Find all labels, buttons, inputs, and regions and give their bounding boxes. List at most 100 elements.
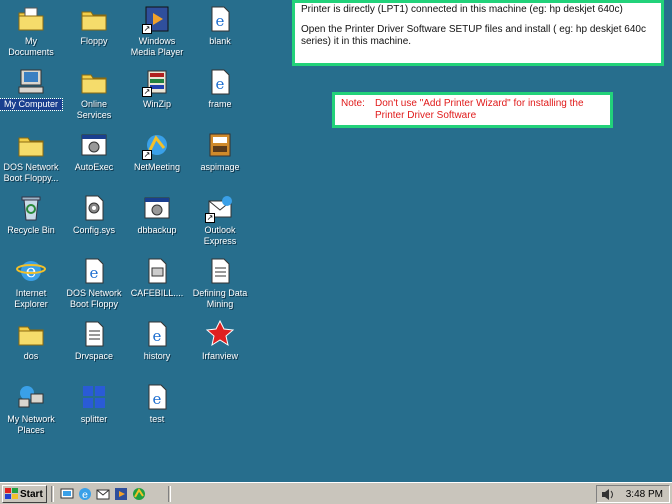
svg-text:e: e <box>216 12 225 30</box>
desktop-icon-defining-data-mining[interactable]: Defining Data Mining <box>189 254 251 316</box>
desktop-icon-drvspace[interactable]: Drvspace <box>63 317 125 379</box>
clock[interactable]: 3:48 PM <box>626 489 663 500</box>
svg-text:e: e <box>153 327 162 345</box>
windows-logo-icon <box>5 488 18 499</box>
desktop-icon-autoexec[interactable]: AutoExec <box>63 128 125 190</box>
icon-label: aspimage <box>200 162 240 172</box>
desktop-icon-test[interactable]: e test <box>126 380 188 442</box>
desktop-icon[interactable] <box>60 487 74 501</box>
warning-line-2: Printer Driver Software <box>375 110 477 121</box>
desktop-icon-floppy[interactable]: Floppy <box>63 2 125 64</box>
desktop-icon-online-services[interactable]: Online Services <box>63 65 125 127</box>
desktop-icon-my-documents[interactable]: My Documents <box>0 2 62 64</box>
desktop-icon-dbbackup[interactable]: dbbackup <box>126 191 188 253</box>
desktop-icon-dos-network-boot-floppy[interactable]: e DOS Network Boot Floppy <box>63 254 125 316</box>
folder-icon <box>16 319 46 349</box>
shortcut-arrow-icon: ↗ <box>142 150 152 160</box>
volume-icon[interactable] <box>601 488 615 501</box>
media-player-icon: ↗ <box>142 4 172 34</box>
desktop-icon-dos-network-boot-floppy-folder[interactable]: DOS Network Boot Floppy... <box>0 128 62 190</box>
icon-label: dos <box>23 351 39 361</box>
outlook-express-icon: ↗ <box>205 193 235 223</box>
document-icon <box>79 319 109 349</box>
taskbar-separator <box>168 486 171 502</box>
icon-label: frame <box>208 99 232 109</box>
icon-label: My Documents <box>8 36 54 57</box>
start-button[interactable]: Start <box>2 485 47 503</box>
taskbar: Start e 3:48 PM <box>0 482 672 504</box>
icon-label: DOS Network Boot Floppy <box>66 288 122 309</box>
desktop-icon-irfanview[interactable]: Irfanview <box>189 317 251 379</box>
warning-note-box: Note: Don't use "Add Printer Wizard" for… <box>332 92 613 128</box>
ie-document-icon: e <box>79 256 109 286</box>
note-prefix: Note: <box>341 98 365 109</box>
shortcut-arrow-icon: ↗ <box>142 87 152 97</box>
svg-text:e: e <box>90 264 99 282</box>
internet-explorer-icon[interactable]: e <box>78 487 92 501</box>
icon-label: history <box>143 351 171 361</box>
desktop[interactable]: My Documents My Computer DOS Network Boo… <box>0 0 672 482</box>
folder-icon <box>79 67 109 97</box>
desktop-icon-splitter[interactable]: splitter <box>63 380 125 442</box>
desktop-icon-recycle-bin[interactable]: Recycle Bin <box>0 191 62 253</box>
desktop-icon-dos[interactable]: dos <box>0 317 62 379</box>
start-label: Start <box>20 488 43 500</box>
file-icon <box>142 256 172 286</box>
desktop-icon-frame[interactable]: e frame <box>189 65 251 127</box>
icon-label: Defining Data Mining <box>192 288 248 309</box>
desktop-icon-my-network-places[interactable]: My Network Places <box>0 380 62 442</box>
network-icon <box>16 382 46 412</box>
icon-label: Floppy <box>80 36 108 46</box>
media-player-icon[interactable] <box>114 487 128 501</box>
folder-documents-icon <box>16 4 46 34</box>
desktop-icon-windows-media-player[interactable]: ↗ Windows Media Player <box>126 2 188 64</box>
icon-label: Drvspace <box>74 351 113 361</box>
ie-document-icon: e <box>205 67 235 97</box>
settings-window-icon <box>142 193 172 223</box>
desktop-icon-outlook-express[interactable]: ↗ Outlook Express <box>189 191 251 253</box>
desktop-icon-blank[interactable]: e blank <box>189 2 251 64</box>
desktop-icon-winzip[interactable]: ↗ WinZip <box>126 65 188 127</box>
netmeeting-icon[interactable] <box>132 487 146 501</box>
splitter-icon <box>79 382 109 412</box>
icon-label: CAFEBILL.... <box>130 288 184 298</box>
desktop-icon-internet-explorer[interactable]: e Internet Explorer <box>0 254 62 316</box>
desktop-icon-cafebill[interactable]: CAFEBILL.... <box>126 254 188 316</box>
icon-label: AutoExec <box>74 162 114 172</box>
outlook-express-icon[interactable] <box>96 487 110 501</box>
icon-label: blank <box>209 36 231 46</box>
desktop-icon-config-sys[interactable]: Config.sys <box>63 191 125 253</box>
icon-label: Internet Explorer <box>14 288 48 309</box>
ie-document-icon: e <box>205 4 235 34</box>
svg-text:e: e <box>216 75 225 93</box>
winzip-icon: ↗ <box>142 67 172 97</box>
icon-label: My Computer <box>0 98 63 111</box>
icon-label: Windows Media Player <box>130 36 184 57</box>
icon-label: NetMeeting <box>133 162 181 172</box>
instruction-line-2: Open the Printer Driver Software SETUP f… <box>301 24 646 47</box>
icon-label: dbbackup <box>137 225 177 235</box>
icon-label: splitter <box>80 414 108 424</box>
shortcut-arrow-icon: ↗ <box>142 24 152 34</box>
instruction-line-1: Printer is directly (LPT1) connected in … <box>301 4 623 15</box>
computer-icon <box>16 67 46 97</box>
settings-window-icon <box>79 130 109 160</box>
internet-explorer-icon: e <box>16 256 46 286</box>
desktop-icon-my-computer[interactable]: My Computer <box>0 65 63 127</box>
warning-line-1: Don't use "Add Printer Wizard" for insta… <box>375 98 584 109</box>
icon-label: Config.sys <box>72 225 116 235</box>
svg-text:e: e <box>82 490 88 501</box>
aspimage-icon <box>205 130 235 160</box>
folder-icon <box>16 130 46 160</box>
icon-label: Irfanview <box>201 351 238 361</box>
ie-document-icon: e <box>142 319 172 349</box>
recycle-bin-icon <box>16 193 46 223</box>
desktop-icon-aspimage[interactable]: aspimage <box>189 128 251 190</box>
desktop-icon-history[interactable]: e history <box>126 317 188 379</box>
icon-label: Online Services <box>76 99 112 120</box>
icon-label: test <box>149 414 165 424</box>
ie-document-icon: e <box>142 382 172 412</box>
desktop-icon-netmeeting[interactable]: ↗ NetMeeting <box>126 128 188 190</box>
system-tray: 3:48 PM <box>596 485 670 503</box>
gear-file-icon <box>79 193 109 223</box>
